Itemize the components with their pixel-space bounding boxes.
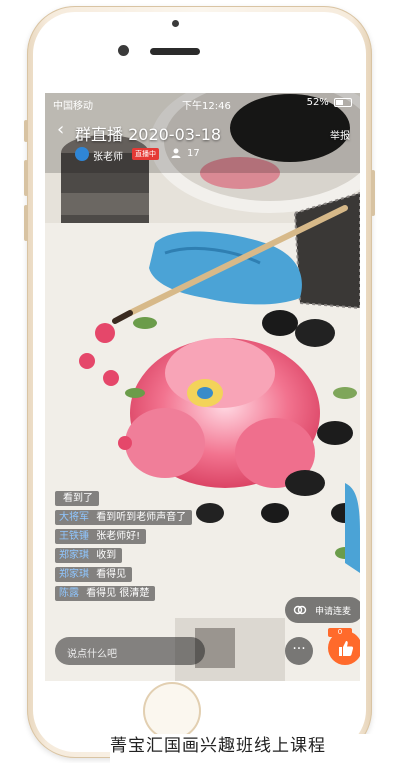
- volume-down-button: [24, 205, 28, 241]
- home-button[interactable]: [143, 682, 201, 740]
- comment-user: 郑家琪: [59, 550, 89, 561]
- apply-mic-button[interactable]: 申请连麦: [285, 597, 360, 623]
- comment-text: 看得见: [96, 569, 127, 580]
- viewer-count: 17: [187, 148, 200, 159]
- more-button[interactable]: ···: [285, 637, 313, 665]
- proximity-sensor: [172, 20, 179, 27]
- list-item: 陈露 看得见 很清楚: [55, 586, 156, 601]
- comment-user: 陈露: [59, 588, 79, 599]
- person-icon: [171, 148, 181, 158]
- comment-text: 张老师好!: [96, 531, 141, 542]
- power-button: [371, 170, 375, 216]
- comment-user: 大将军: [59, 512, 89, 523]
- comment-text: 看到了: [63, 493, 93, 504]
- comment-text: 看得见 很清楚: [86, 588, 150, 599]
- status-time: 下午12:46: [182, 101, 231, 112]
- battery-status: 52%: [307, 97, 352, 108]
- page-title: 群直播 2020-03-18: [75, 125, 222, 144]
- earpiece-speaker: [150, 48, 200, 55]
- front-camera: [118, 45, 129, 56]
- apply-mic-label: 申请连麦: [315, 607, 352, 617]
- status-bar: 中国移动 下午12:46 52%: [45, 93, 360, 113]
- like-count: 0: [328, 628, 352, 637]
- battery-icon: [334, 97, 352, 107]
- chevron-left-icon[interactable]: ‹: [57, 121, 64, 139]
- comment-input[interactable]: 说点什么吧: [55, 637, 205, 665]
- live-stream-screen: 中国移动 下午12:46 52% ‹ 群直播 2020-03-18 举报 张老师…: [45, 93, 360, 681]
- comment-text: 看到听到老师声音了: [96, 512, 187, 523]
- list-item: 看到了: [55, 491, 99, 506]
- comment-user: 王铁锤: [59, 531, 89, 542]
- battery-percent: 52%: [306, 97, 329, 108]
- list-item: 郑家琪 看得见: [55, 567, 133, 582]
- avatar[interactable]: [75, 147, 89, 161]
- comment-text: 收到: [96, 550, 117, 561]
- comment-user: 郑家琪: [59, 569, 89, 580]
- status-badge: 直播中: [132, 148, 159, 160]
- caption-text: 菁宝汇国画兴趣班线上课程: [110, 734, 397, 763]
- list-item: 大将军 看到听到老师声音了: [55, 510, 193, 525]
- carrier-label: 中国移动: [53, 101, 93, 112]
- host-name: 张老师: [93, 152, 123, 163]
- mute-switch: [24, 120, 28, 142]
- list-item: 王铁锤 张老师好!: [55, 529, 147, 544]
- volume-up-button: [24, 160, 28, 196]
- link-icon: [293, 605, 307, 615]
- input-placeholder: 说点什么吧: [67, 649, 117, 660]
- list-item: 郑家琪 收到: [55, 548, 123, 563]
- report-link[interactable]: 举报: [330, 127, 350, 142]
